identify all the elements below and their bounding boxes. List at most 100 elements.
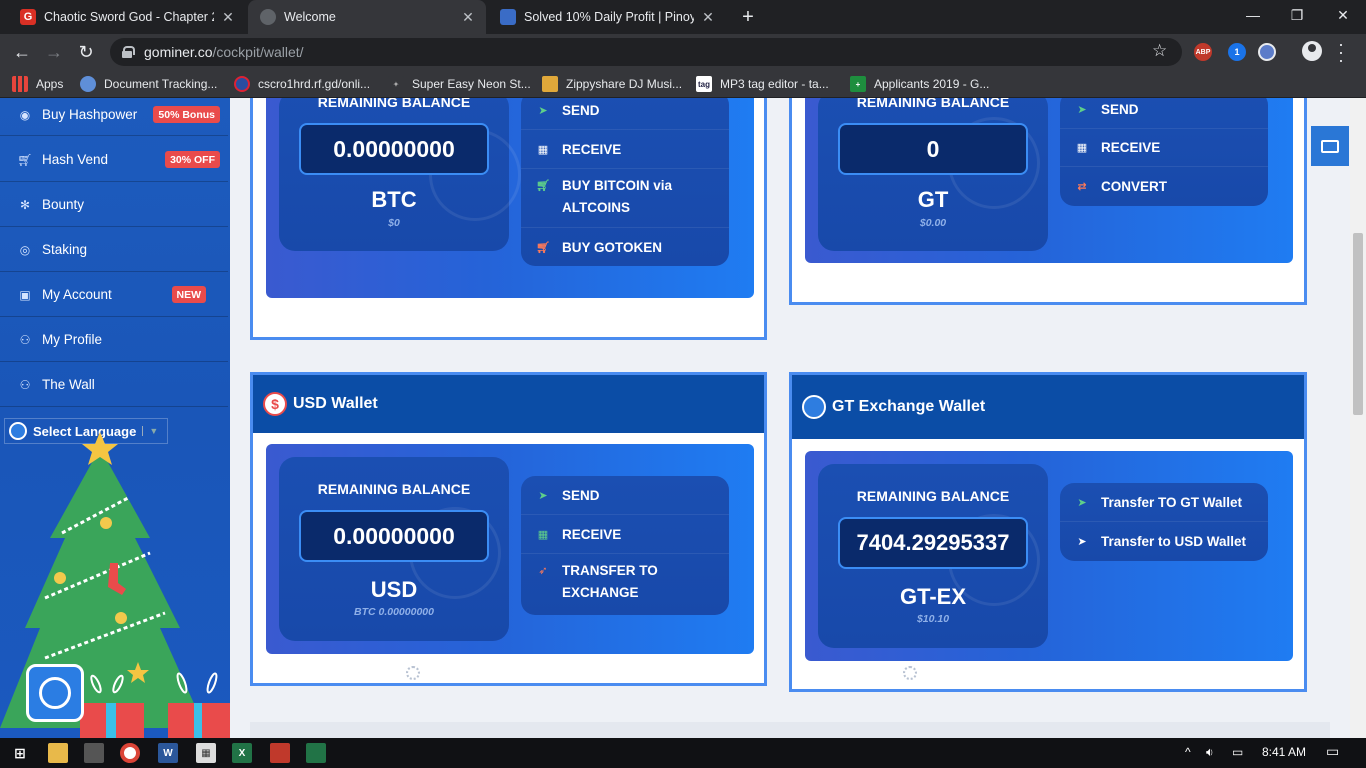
bookmark-cscro1hrd[interactable]: cscro1hrd.rf.gd/onli...: [234, 75, 370, 93]
usd-actions-panel: ➤ SEND ▦ RECEIVE ➶ TRANSFER TO EXCHANGE: [521, 476, 729, 615]
profile-avatar[interactable]: [1302, 41, 1322, 61]
usd-send-button[interactable]: ➤ SEND: [521, 476, 729, 515]
sidebar-item-label: Bounty: [42, 197, 85, 212]
reload-icon[interactable]: ↻: [74, 40, 98, 64]
address-bar[interactable]: gominer.co/cockpit/wallet/: [110, 38, 1182, 66]
lock-icon: [122, 46, 135, 58]
tab-close-icon[interactable]: ✕: [220, 9, 236, 25]
maximize-button[interactable]: ❐: [1274, 0, 1320, 30]
buy-bitcoin-via-altcoins-button[interactable]: 🛒︎ BUY BITCOIN via ALTCOINS: [521, 169, 729, 228]
app-icon[interactable]: [270, 743, 290, 763]
bookmark-star-icon[interactable]: ☆: [1152, 41, 1167, 61]
transfer-to-usd-wallet-button[interactable]: ➤ Transfer to USD Wallet: [1060, 522, 1268, 561]
tab-title: Welcome: [284, 10, 336, 24]
action-label: BUY BITCOIN via ALTCOINS: [562, 178, 673, 215]
convert-arrows-icon: ⇄: [1077, 181, 1087, 193]
back-arrow-icon[interactable]: ←: [10, 40, 34, 64]
btc-currency-label: BTC: [371, 187, 417, 212]
close-window-button[interactable]: ✕: [1320, 0, 1366, 30]
tab-title: Chaotic Sword God - Chapter 25: [44, 10, 214, 24]
dollar-coin-icon: $: [263, 392, 287, 416]
minimize-button[interactable]: —: [1230, 0, 1276, 30]
bookmark-super-easy-neon[interactable]: ✦ Super Easy Neon St...: [388, 75, 531, 93]
gt-balance-value: 0: [838, 123, 1028, 175]
bookmark-applicants-2019[interactable]: + Applicants 2019 - G...: [850, 75, 989, 93]
tab-strip: G Chaotic Sword God - Chapter 25 ✕ Welco…: [0, 0, 1366, 34]
sidebar-item-label: Hash Vend: [42, 152, 109, 167]
scrollbar-thumb[interactable]: [1353, 233, 1363, 415]
usd-btc-equivalent: BTC 0.00000000: [354, 606, 434, 618]
tab-close-icon[interactable]: ✕: [700, 9, 716, 25]
sidebar-item-label: My Account: [42, 287, 112, 302]
gt-convert-button[interactable]: ⇄ CONVERT: [1060, 167, 1268, 206]
sidebar-item-buy-hashpower[interactable]: ◉ Buy Hashpower 50% Bonus: [0, 98, 228, 136]
page-scrollbar[interactable]: [1350, 98, 1366, 738]
sidebar-item-the-wall[interactable]: ⚇ The Wall: [0, 363, 228, 407]
sidebar-item-bounty[interactable]: ✻ Bounty: [0, 183, 228, 227]
gt-currency-label: GT: [917, 187, 949, 212]
forward-arrow-icon[interactable]: →: [42, 40, 66, 64]
blocker-extension-icon[interactable]: [1258, 43, 1276, 61]
sidebar-item-staking[interactable]: ◎ Staking: [0, 228, 228, 272]
next-section-edge: [250, 722, 1330, 738]
btc-balance-value: 0.00000000: [299, 123, 489, 175]
tab-welcome[interactable]: Welcome ✕: [248, 0, 486, 34]
tab-chaotic-sword-god[interactable]: G Chaotic Sword God - Chapter 25 ✕: [8, 0, 246, 34]
support-chat-logo-icon[interactable]: [26, 664, 84, 722]
coins-icon: ◎: [19, 242, 31, 257]
network-icon[interactable]: ▭: [1232, 745, 1243, 759]
tab-pinoy[interactable]: Solved 10% Daily Profit | Pinoy Ir ✕: [488, 0, 726, 34]
page-viewport: ◉ Buy Hashpower 50% Bonus 🛒︎ Hash Vend 3…: [0, 98, 1366, 738]
bookmark-mp3-tag[interactable]: tag MP3 tag editor - ta...: [696, 75, 829, 93]
send-plane-icon: ➤: [538, 104, 548, 117]
chrome-icon[interactable]: [120, 743, 140, 763]
windows-start-icon[interactable]: ⊞: [10, 743, 30, 763]
app-icon[interactable]: [84, 743, 104, 763]
sidebar-item-hash-vend[interactable]: 🛒︎ Hash Vend 30% OFF: [0, 138, 228, 182]
gt-usd-equivalent: $0.00: [919, 217, 947, 229]
gtex-usd-equivalent: $10.10: [916, 613, 950, 625]
gt-exchange-wallet-title: GT Exchange Wallet: [832, 398, 986, 415]
excel-icon[interactable]: X: [232, 743, 252, 763]
extension-badge-icon[interactable]: 1: [1228, 43, 1246, 61]
action-label: BUY GOTOKEN: [562, 239, 663, 255]
clock-time[interactable]: 8:41 AM: [1262, 745, 1306, 759]
action-label: RECEIVE: [562, 141, 622, 157]
word-icon[interactable]: W: [158, 743, 178, 763]
gt-wallet-card: REMAINING BALANCE 0 GT $0.00 ➤ SEND ▦ RE…: [789, 98, 1307, 305]
calculator-icon[interactable]: ▦: [196, 743, 216, 763]
new-tab-button[interactable]: +: [737, 6, 759, 28]
url-domain: gominer.co: [144, 44, 213, 60]
usd-wallet-panel: REMAINING BALANCE 0.00000000 USD BTC 0.0…: [266, 444, 754, 654]
gt-receive-button[interactable]: ▦ RECEIVE: [1060, 129, 1268, 167]
zippy-icon: [542, 76, 558, 92]
tray-chevron-icon[interactable]: ^: [1185, 745, 1191, 759]
bookmark-document-tracking[interactable]: Document Tracking...: [80, 75, 217, 93]
sidebar-item-my-account[interactable]: ▣ My Account NEW: [0, 273, 228, 317]
chat-icon[interactable]: [1311, 126, 1349, 166]
qr-code-icon: ▦: [537, 528, 549, 541]
btc-wallet-card: REMAINING BALANCE 0.00000000 BTC $0 ➤ SE…: [250, 98, 767, 340]
buy-gotoken-button[interactable]: 🛒︎ BUY GOTOKEN: [521, 228, 729, 266]
volume-icon[interactable]: 🔉︎: [1206, 745, 1214, 760]
bookmark-label: Apps: [36, 77, 64, 91]
bounty-icon: ✻: [19, 197, 31, 212]
transfer-to-exchange-button[interactable]: ➶ TRANSFER TO EXCHANGE: [521, 554, 729, 615]
photoshop-icon: ✦: [388, 76, 404, 92]
btc-send-button[interactable]: ➤ SEND: [521, 98, 729, 130]
transfer-to-gt-wallet-button[interactable]: ➤ Transfer TO GT Wallet: [1060, 483, 1268, 522]
sidebar-item-my-profile[interactable]: ⚇ My Profile: [0, 318, 228, 362]
usd-receive-button[interactable]: ▦ RECEIVE: [521, 515, 729, 554]
spreadsheet-icon[interactable]: [306, 743, 326, 763]
notifications-icon[interactable]: ▭: [1326, 743, 1339, 760]
btc-receive-button[interactable]: ▦ RECEIVE: [521, 130, 729, 169]
tab-close-icon[interactable]: ✕: [460, 9, 476, 25]
bookmark-zippyshare[interactable]: Zippyshare DJ Musi...: [542, 75, 682, 93]
bookmark-label: MP3 tag editor - ta...: [720, 77, 829, 91]
bookmark-apps[interactable]: Apps: [12, 75, 63, 93]
adblock-extension-icon[interactable]: ABP: [1194, 43, 1212, 61]
account-icon: ▣: [19, 287, 31, 302]
browser-menu-icon[interactable]: · · ·: [1336, 35, 1346, 69]
gt-send-button[interactable]: ➤ SEND: [1060, 98, 1268, 129]
file-explorer-icon[interactable]: [48, 743, 68, 763]
